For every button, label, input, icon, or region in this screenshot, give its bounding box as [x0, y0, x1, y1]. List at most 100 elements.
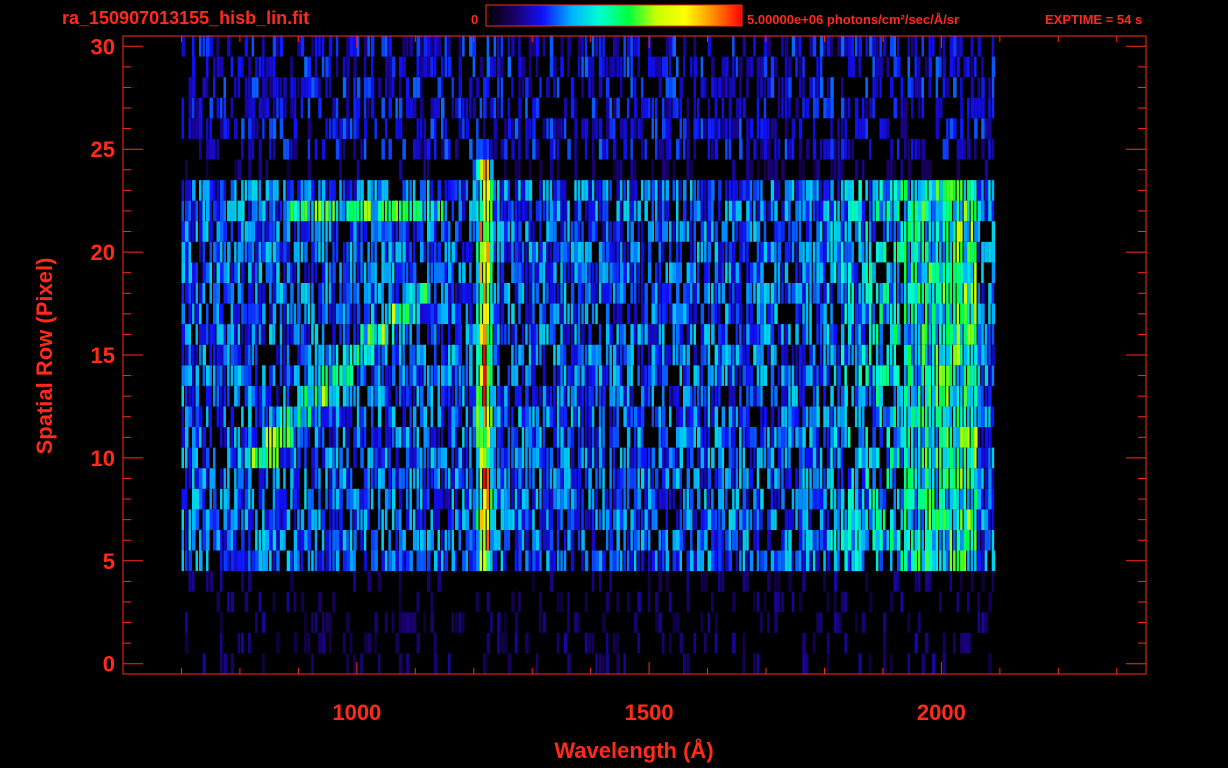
heatmap-cell — [718, 488, 722, 510]
heatmap-cell — [532, 283, 535, 304]
heatmap-cell — [591, 529, 596, 551]
heatmap-cell — [349, 283, 353, 304]
heatmap-cell — [395, 550, 399, 572]
heatmap-cell — [953, 180, 956, 201]
heatmap-cell — [865, 447, 868, 469]
heatmap-cell — [616, 365, 620, 386]
heatmap-cell — [616, 283, 620, 304]
heatmap-cell — [188, 180, 191, 201]
heatmap-cell — [213, 56, 216, 78]
heatmap-cell — [697, 488, 701, 510]
heatmap-cell — [886, 468, 889, 489]
heatmap-cell — [981, 77, 985, 98]
heatmap-cell — [665, 529, 668, 551]
heatmap-cell — [697, 427, 701, 448]
heatmap-cell — [907, 159, 911, 181]
heatmap-cell — [462, 36, 465, 57]
heatmap-cell — [234, 324, 237, 345]
heatmap-cell — [700, 447, 705, 469]
heatmap-cell — [935, 324, 939, 345]
heatmap-cell — [584, 468, 588, 489]
heatmap-cell — [911, 283, 915, 304]
heatmap-cell — [234, 77, 237, 98]
heatmap-cell — [220, 468, 223, 489]
heatmap-cell — [486, 283, 490, 304]
heatmap-cell — [342, 138, 346, 160]
heatmap-cell — [925, 344, 928, 366]
heatmap-cell — [756, 653, 760, 674]
heatmap-cell — [269, 180, 273, 201]
heatmap-cell — [879, 200, 883, 222]
heatmap-cell — [830, 303, 833, 325]
heatmap-cell — [854, 324, 859, 345]
heatmap-cell — [897, 56, 901, 78]
heatmap-cell — [988, 200, 992, 222]
heatmap-cell — [363, 77, 368, 98]
heatmap-cell — [560, 36, 564, 57]
heatmap-cell — [248, 571, 252, 592]
heatmap-cell — [434, 632, 437, 654]
heatmap-cell — [223, 200, 226, 222]
heatmap-cell — [283, 97, 287, 119]
heatmap-cell — [518, 283, 522, 304]
heatmap-cell — [812, 365, 817, 386]
heatmap-cell — [637, 365, 640, 386]
heatmap-cell — [921, 159, 925, 181]
heatmap-cell — [370, 56, 374, 78]
heatmap-cell — [956, 344, 961, 366]
heatmap-cell — [290, 77, 294, 98]
heatmap-cell — [532, 571, 535, 592]
heatmap-cell — [353, 529, 357, 551]
heatmap-cell — [914, 447, 917, 469]
heatmap-cell — [258, 324, 262, 345]
heatmap-cell — [542, 427, 546, 448]
heatmap-cell — [574, 159, 578, 181]
heatmap-cell — [809, 262, 812, 283]
heatmap-cell — [861, 529, 866, 551]
heatmap-cell — [721, 56, 726, 78]
heatmap-cell — [655, 303, 658, 325]
heatmap-cell — [665, 97, 669, 119]
heatmap-cell — [525, 529, 529, 551]
heatmap-cell — [402, 56, 406, 78]
heatmap-cell — [549, 571, 554, 592]
heatmap-cell — [353, 427, 357, 448]
heatmap-cell — [514, 262, 519, 283]
heatmap-cell — [472, 385, 477, 407]
heatmap-cell — [711, 550, 715, 572]
heatmap-cell — [346, 529, 349, 551]
heatmap-cell — [185, 365, 189, 386]
heatmap-cell — [297, 385, 301, 407]
heatmap-cell — [861, 97, 865, 119]
heatmap-cell — [805, 221, 810, 242]
heatmap-cell — [672, 612, 675, 633]
heatmap-cell — [911, 36, 914, 57]
heatmap-cell — [321, 56, 325, 78]
heatmap-cell — [956, 365, 960, 386]
heatmap-cell — [532, 97, 536, 119]
heatmap-cell — [377, 468, 382, 489]
heatmap-cell — [258, 180, 262, 201]
heatmap-cell — [535, 427, 540, 448]
heatmap-cell — [837, 550, 840, 572]
heatmap-cell — [626, 488, 630, 510]
heatmap-cell — [293, 468, 298, 489]
heatmap-cell — [725, 77, 728, 98]
heatmap-cell — [598, 447, 603, 469]
heatmap-cell — [767, 529, 771, 551]
heatmap-cell — [300, 200, 305, 222]
heatmap-cell — [826, 653, 830, 674]
heatmap-cell — [188, 324, 191, 345]
heatmap-cell — [514, 365, 519, 386]
heatmap-cell — [658, 262, 661, 283]
heatmap-cell — [718, 180, 722, 201]
heatmap-cell — [633, 406, 638, 428]
heatmap-cell — [402, 385, 405, 407]
heatmap-cell — [858, 488, 862, 510]
heatmap-cell — [809, 283, 812, 304]
heatmap-cell — [809, 303, 812, 325]
heatmap-cell — [809, 241, 812, 263]
heatmap-cell — [830, 529, 833, 551]
heatmap-cell — [244, 447, 249, 469]
heatmap-cell — [711, 324, 715, 345]
